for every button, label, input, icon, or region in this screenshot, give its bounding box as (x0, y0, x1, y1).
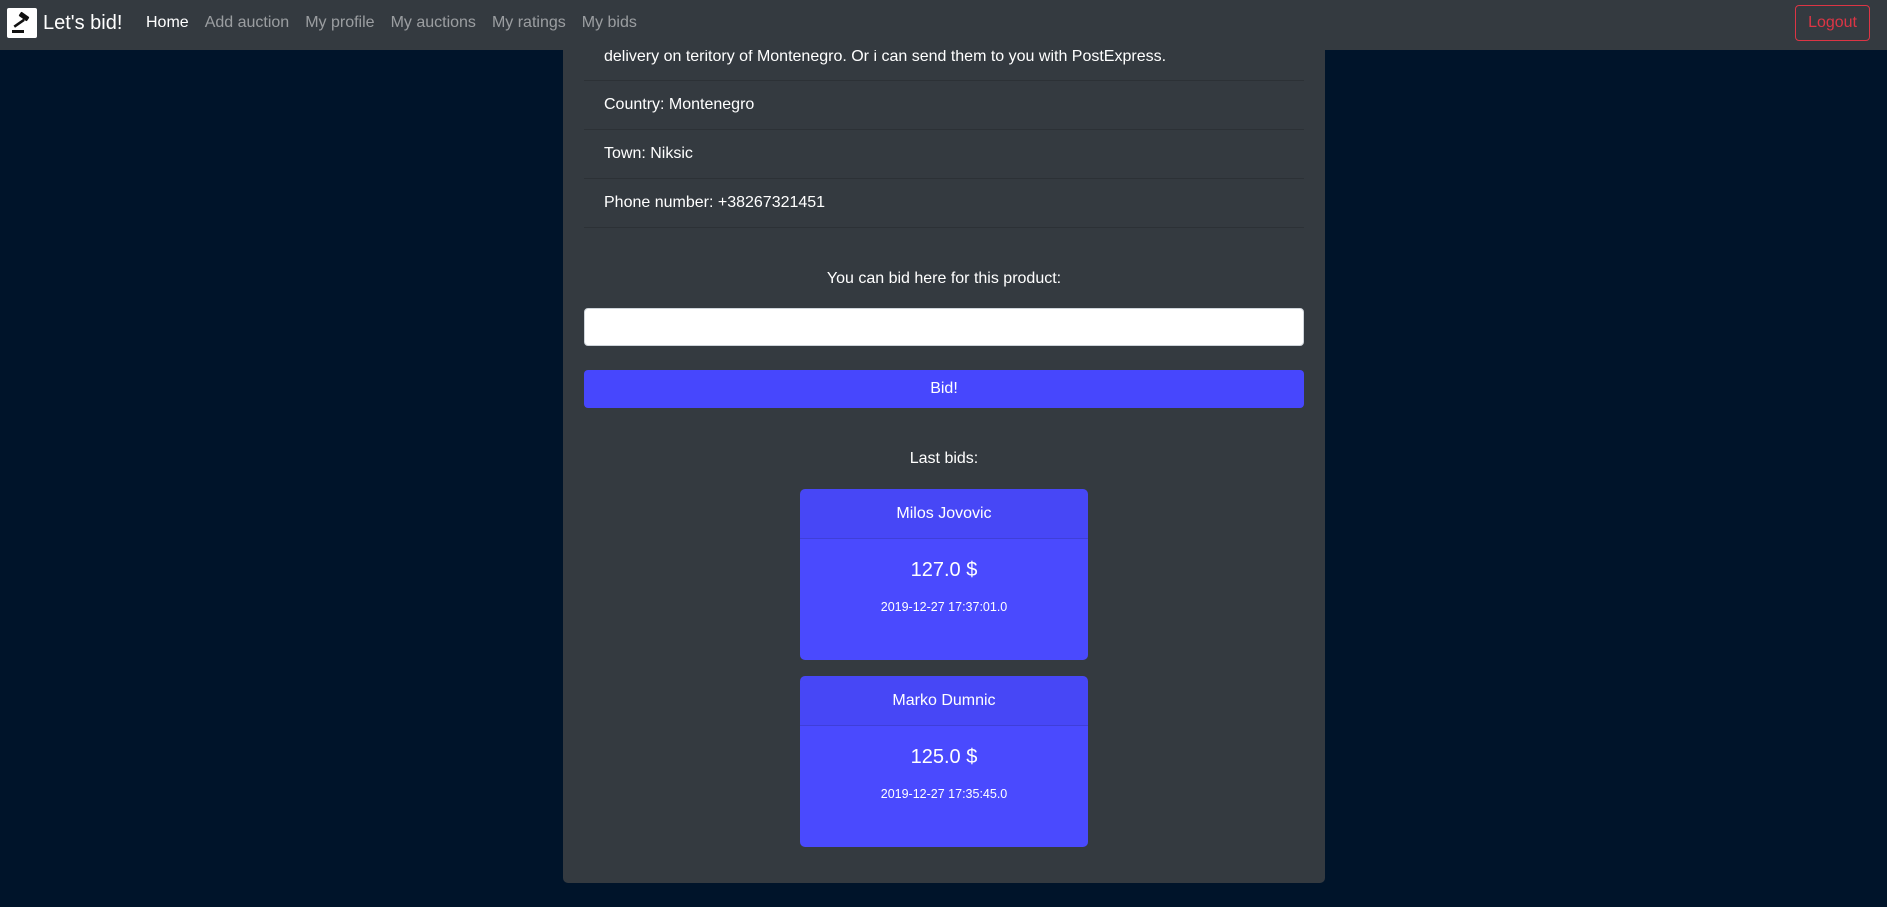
brand-link[interactable]: Let's bid! (7, 7, 122, 39)
product-country: Country: Montenegro (584, 81, 1304, 130)
bid-prompt: You can bid here for this product: (826, 270, 1062, 287)
product-town: Town: Niksic (584, 130, 1304, 179)
nav-my-ratings[interactable]: My ratings (484, 14, 574, 32)
bidder-name: Marko Dumnic (800, 676, 1088, 726)
bid-date: 2019-12-27 17:35:45.0 (880, 787, 1008, 801)
auction-detail-panel: delivery on teritory of Montenegro. Or i… (563, 20, 1325, 883)
bid-amount: 127.0 $ (910, 559, 978, 581)
bid-amount: 125.0 $ (910, 746, 978, 768)
bid-button[interactable]: Bid! (584, 370, 1304, 408)
logout-button[interactable]: Logout (1795, 5, 1870, 41)
nav-my-auctions[interactable]: My auctions (383, 14, 484, 32)
nav-my-bids[interactable]: My bids (574, 14, 645, 32)
bid-card: Milos Jovovic 127.0 $ 2019-12-27 17:37:0… (800, 489, 1088, 660)
gavel-icon (7, 8, 37, 38)
nav-add-auction[interactable]: Add auction (197, 14, 298, 32)
nav-links: Home Add auction My profile My auctions … (138, 0, 645, 46)
bid-date: 2019-12-27 17:37:01.0 (880, 600, 1008, 614)
product-info-list: delivery on teritory of Montenegro. Or i… (584, 20, 1304, 228)
brand-title: Let's bid! (43, 11, 123, 34)
last-bids-heading: Last bids: (909, 450, 979, 467)
bidder-name: Milos Jovovic (800, 489, 1088, 539)
bid-card: Marko Dumnic 125.0 $ 2019-12-27 17:35:45… (800, 676, 1088, 847)
nav-home[interactable]: Home (138, 14, 197, 32)
nav-my-profile[interactable]: My profile (297, 14, 382, 32)
top-navbar: Let's bid! Home Add auction My profile M… (0, 0, 1887, 50)
bid-amount-input[interactable] (584, 308, 1304, 346)
seller-phone: Phone number: +38267321451 (584, 179, 1304, 228)
